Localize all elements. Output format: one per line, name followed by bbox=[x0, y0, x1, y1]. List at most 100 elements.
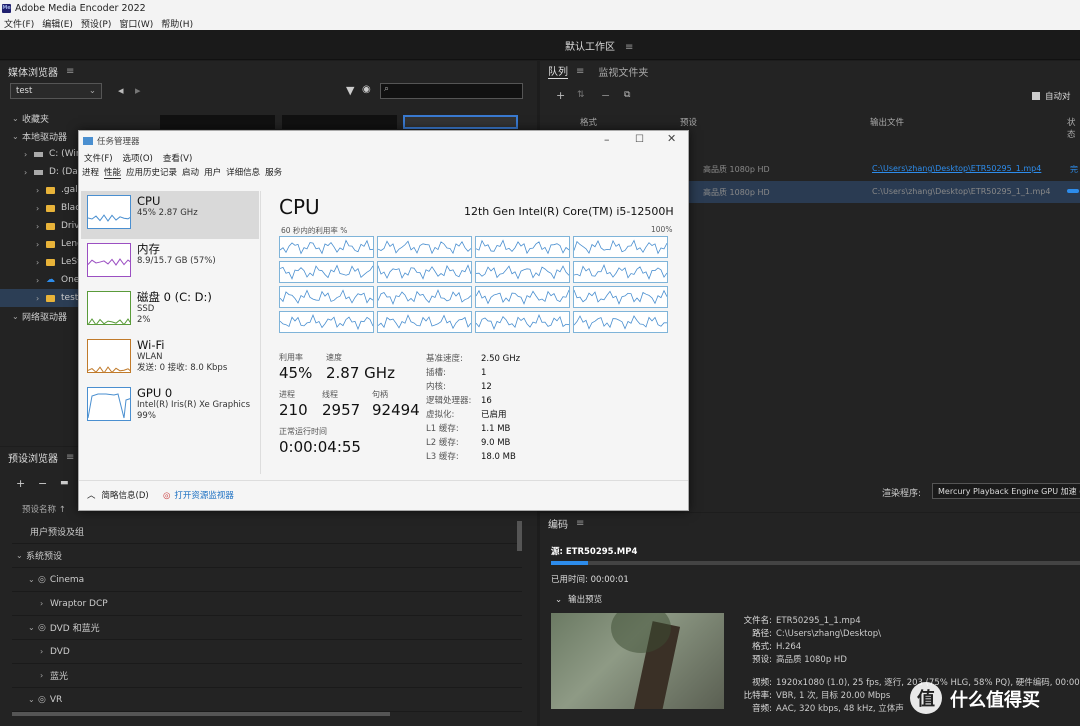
encoding-title: 编码 bbox=[548, 519, 568, 531]
back-icon[interactable]: ◂ bbox=[118, 84, 124, 97]
queue-row-output[interactable]: C:\Users\zhang\Desktop\ETR50295_1.mp4 bbox=[872, 164, 1041, 173]
chevron-icon[interactable]: › bbox=[36, 240, 46, 249]
brief-info-button[interactable]: ︿ 简略信息(D) bbox=[87, 489, 149, 501]
thumbnail-selected[interactable] bbox=[403, 115, 518, 129]
tm-tab[interactable]: 服务 bbox=[265, 166, 282, 179]
chevron-icon[interactable]: ⌄ bbox=[16, 551, 26, 560]
eye-icon[interactable]: ◉ bbox=[362, 84, 371, 95]
preset-item[interactable]: ⌄ 系统预设 bbox=[12, 544, 522, 568]
preset-item[interactable]: ⌄ ◎ DVD 和蓝光 bbox=[12, 616, 522, 640]
tm-tab[interactable]: 性能 bbox=[104, 166, 122, 179]
chevron-icon[interactable]: ⌄ bbox=[28, 695, 38, 704]
tm-menu-item[interactable]: 查看(V) bbox=[163, 152, 192, 164]
close-icon[interactable]: ✕ bbox=[667, 132, 676, 145]
panel-menu-icon[interactable]: ≡ bbox=[576, 518, 584, 529]
tree-item[interactable]: ⌄ 收藏夹 bbox=[12, 109, 152, 127]
remove-icon[interactable]: − bbox=[601, 89, 610, 102]
watermark-text: 什么值得买 bbox=[950, 690, 1040, 711]
cpu-core-graph bbox=[475, 311, 570, 333]
tm-tab[interactable]: 启动 bbox=[182, 166, 199, 179]
chevron-icon[interactable]: ⌄ bbox=[12, 312, 22, 321]
output-preview-toggle[interactable]: ⌄ 输出预览 bbox=[555, 593, 602, 605]
tab-watch-folders[interactable]: 监视文件夹 bbox=[598, 64, 648, 79]
tm-sidebar-item[interactable]: GPU 0 Intel(R) Iris(R) Xe Graphics 99% bbox=[81, 383, 259, 431]
duplicate-icon[interactable]: ⧉ bbox=[624, 90, 630, 100]
resource-monitor-link[interactable]: ◎ 打开资源监视器 bbox=[163, 489, 234, 501]
menu-item[interactable]: 预设(P) bbox=[77, 17, 115, 30]
tm-sparkline bbox=[87, 195, 131, 229]
add-preset-icon[interactable]: + bbox=[16, 477, 25, 490]
settings-icon[interactable]: ⇅ bbox=[577, 90, 585, 100]
add-source-icon[interactable]: + bbox=[556, 89, 565, 102]
filter-icon[interactable]: ▼ bbox=[346, 84, 354, 97]
chevron-icon[interactable]: › bbox=[40, 647, 50, 656]
chevron-icon[interactable]: ⌄ bbox=[28, 623, 38, 632]
tm-tab[interactable]: 用户 bbox=[204, 166, 221, 179]
preset-item-label: 系统预设 bbox=[26, 552, 63, 562]
tm-sidebar-item[interactable]: Wi-Fi WLAN 发送: 0 接收: 8.0 Kbps bbox=[81, 335, 259, 383]
tab-queue[interactable]: 队列 bbox=[548, 63, 568, 79]
thumbnail[interactable] bbox=[282, 115, 397, 129]
preset-category-icon: ◎ bbox=[38, 574, 46, 585]
chevron-icon[interactable]: › bbox=[36, 186, 46, 195]
output-preview-image bbox=[551, 613, 724, 709]
col-format[interactable]: 格式 bbox=[580, 116, 597, 128]
forward-icon[interactable]: ▸ bbox=[135, 84, 141, 97]
panel-menu-icon[interactable]: ≡ bbox=[576, 66, 584, 77]
chevron-icon[interactable]: › bbox=[36, 258, 46, 267]
chevron-icon[interactable]: › bbox=[24, 168, 34, 177]
chevron-icon[interactable]: › bbox=[40, 671, 50, 680]
renderer-select[interactable]: Mercury Playback Engine GPU 加速 (C bbox=[932, 483, 1080, 499]
preset-item[interactable]: › Wraptor DCP bbox=[12, 592, 522, 616]
chevron-icon[interactable]: › bbox=[24, 150, 34, 159]
minimize-icon[interactable]: – bbox=[604, 133, 610, 146]
tm-sidebar-item[interactable]: 内存 8.9/15.7 GB (57%) bbox=[81, 239, 259, 287]
auto-encode-checkbox[interactable]: 自动对 bbox=[1032, 90, 1071, 102]
preset-item[interactable]: 用户预设及组 bbox=[12, 520, 522, 544]
folder-select[interactable]: test ⌄ bbox=[10, 83, 102, 99]
workspace-label[interactable]: 默认工作区 ≡ bbox=[565, 38, 633, 53]
col-status[interactable]: 状态 bbox=[1067, 116, 1080, 140]
preset-item[interactable]: › 蓝光 bbox=[12, 664, 522, 688]
maximize-icon[interactable]: ☐ bbox=[635, 134, 644, 145]
chevron-icon[interactable]: › bbox=[36, 276, 46, 285]
queue-row-preset[interactable]: 高品质 1080p HD bbox=[703, 164, 770, 175]
remove-preset-icon[interactable]: − bbox=[38, 477, 47, 490]
horizontal-scrollbar[interactable] bbox=[12, 712, 390, 716]
queue-row-output[interactable]: C:\Users\zhang\Desktop\ETR50295_1_1.mp4 bbox=[872, 187, 1050, 196]
tm-tab[interactable]: 详细信息 bbox=[226, 166, 260, 179]
chevron-icon[interactable]: › bbox=[36, 294, 46, 303]
chevron-icon[interactable]: › bbox=[40, 599, 50, 608]
group-icon[interactable]: ▬ bbox=[60, 478, 69, 488]
preset-item[interactable]: ⌄ ◎ VR bbox=[12, 688, 522, 712]
preset-col-name[interactable]: 预设名称 ↑ bbox=[22, 503, 66, 515]
uptime-value: 0:00:04:55 bbox=[279, 438, 361, 456]
chevron-icon[interactable]: › bbox=[36, 222, 46, 231]
chevron-icon[interactable]: › bbox=[36, 204, 46, 213]
queue-row-preset[interactable]: 高品质 1080p HD bbox=[703, 187, 770, 198]
menu-item[interactable]: 帮助(H) bbox=[157, 17, 197, 30]
menu-item[interactable]: 编辑(E) bbox=[38, 17, 77, 30]
menu-item[interactable]: 文件(F) bbox=[0, 17, 38, 30]
panel-menu-icon[interactable]: ≡ bbox=[66, 452, 74, 463]
vertical-scrollbar[interactable] bbox=[517, 521, 522, 551]
chevron-icon[interactable]: ⌄ bbox=[12, 132, 22, 141]
tm-menu-item[interactable]: 选项(O) bbox=[123, 152, 153, 164]
preset-item[interactable]: › DVD bbox=[12, 640, 522, 664]
search-input[interactable]: ⌕ bbox=[380, 83, 523, 99]
preset-item[interactable]: ⌄ ◎ Cinema bbox=[12, 568, 522, 592]
chevron-icon[interactable]: ⌄ bbox=[12, 114, 22, 123]
tm-menu-item[interactable]: 文件(F) bbox=[84, 152, 113, 164]
tm-tab[interactable]: 进程 bbox=[82, 166, 99, 179]
cpu-heading: CPU bbox=[279, 195, 320, 219]
thumbnail[interactable] bbox=[160, 115, 275, 129]
tm-tab[interactable]: 应用历史记录 bbox=[126, 166, 177, 179]
menu-item[interactable]: 窗口(W) bbox=[115, 17, 157, 30]
chevron-icon[interactable]: ⌄ bbox=[28, 575, 38, 584]
tm-sidebar-item[interactable]: 磁盘 0 (C: D:) SSD 2% bbox=[81, 287, 259, 335]
tm-sidebar-item[interactable]: CPU 45% 2.87 GHz bbox=[81, 191, 259, 239]
col-preset[interactable]: 预设 bbox=[680, 116, 697, 128]
panel-menu-icon[interactable]: ≡ bbox=[66, 66, 74, 77]
col-output[interactable]: 输出文件 bbox=[870, 116, 904, 128]
cpu-core-graph bbox=[279, 236, 374, 258]
